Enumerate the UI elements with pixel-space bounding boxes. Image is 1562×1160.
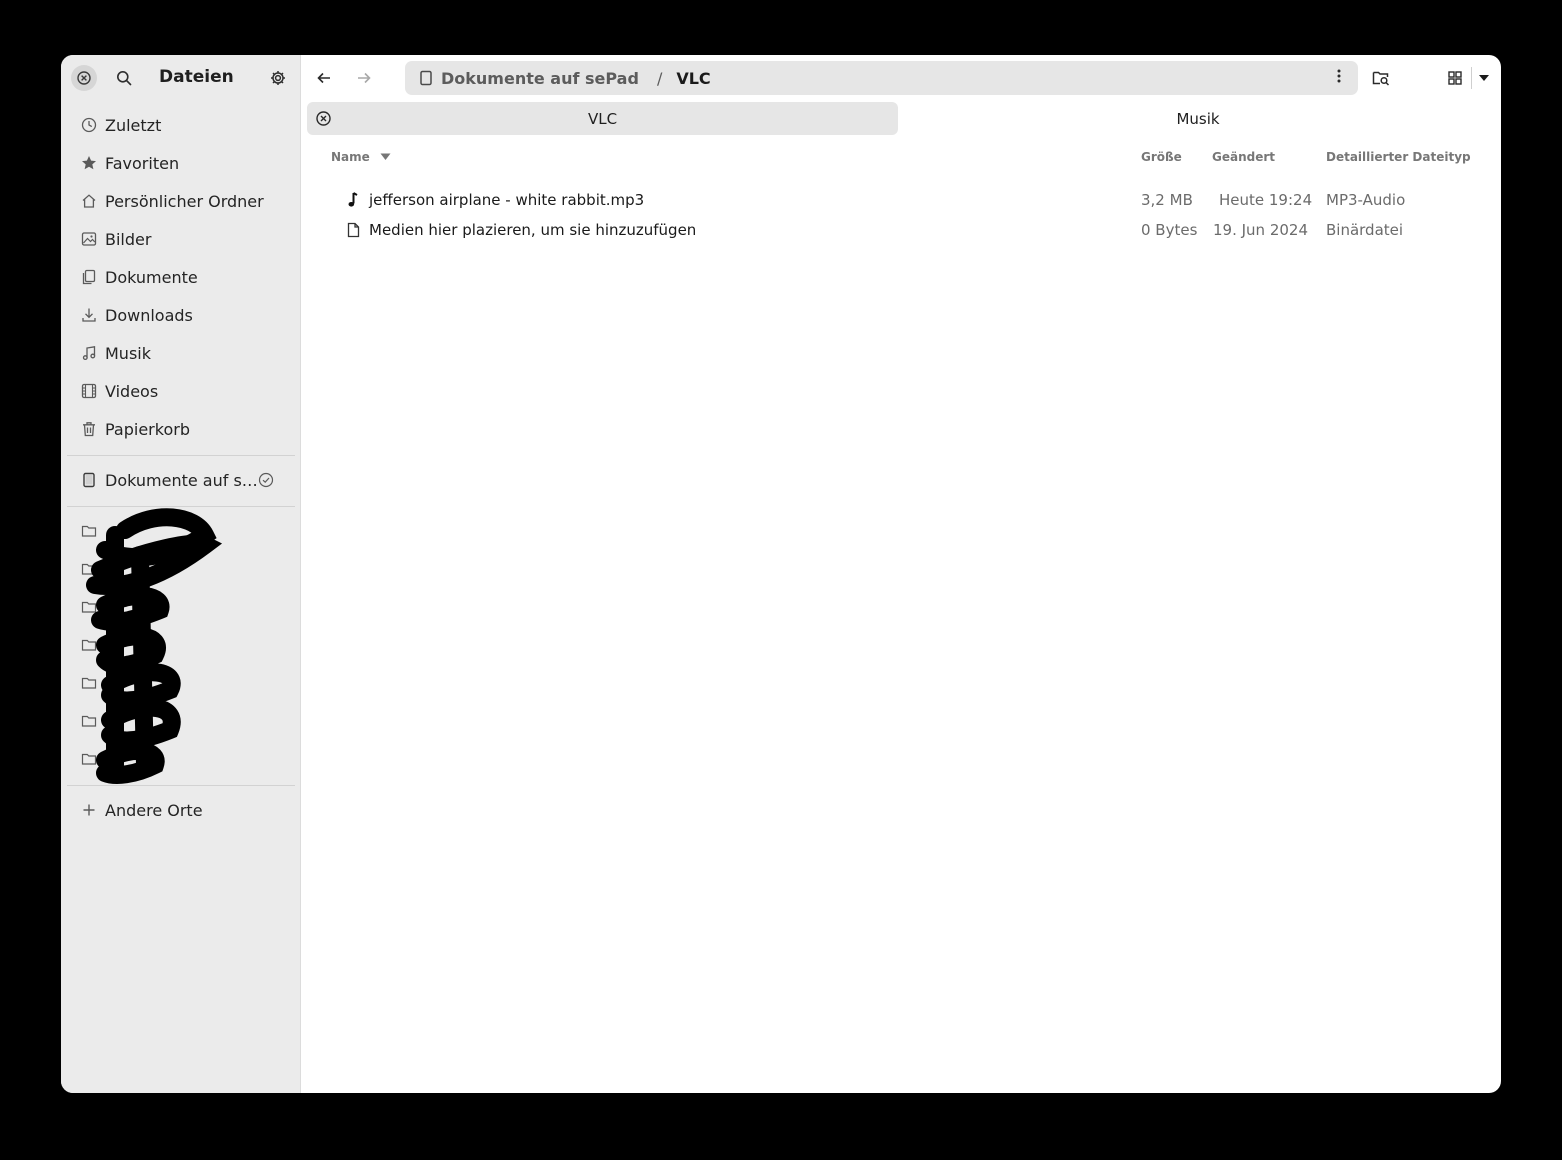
close-icon [316,111,331,126]
music-icon [79,343,99,363]
sidebar-item-music[interactable]: Musik [69,336,293,370]
music-note-icon [345,192,361,208]
column-header-modified[interactable]: Geändert [1212,150,1275,164]
breadcrumb-separator: / [656,68,663,88]
sidebar-separator [67,785,295,786]
film-icon [79,381,99,401]
sidebar-item-label: Papierkorb [105,419,190,439]
breadcrumb-current[interactable]: VLC [676,69,710,88]
star-icon [79,153,99,173]
file-manager-window: Dateien Zuletzt Favoriten Persönlicher O… [61,55,1501,1093]
column-header-label: Name [331,150,370,164]
documents-icon [79,267,99,287]
sidebar-separator [67,455,295,456]
sidebar-item-downloads[interactable]: Downloads [69,298,293,332]
search-button[interactable] [111,65,137,91]
file-icon [345,222,361,238]
sidebar-item-label: Videos [105,381,159,401]
file-type: Binärdatei [1326,221,1404,239]
sidebar-item-label: Andere Orte [105,800,203,820]
sidebar-item-label: Downloads [105,305,193,325]
tab-label: Musik [1176,109,1220,128]
sidebar-item-label: Persönlicher Ordner [105,191,264,211]
tablet-icon [419,70,433,86]
gear-icon [271,71,285,85]
sort-down-icon [380,153,391,160]
sidebar-item-label: Bilder [105,229,152,249]
folder-search-button[interactable] [1367,65,1395,91]
file-modified: Heute 19:24 [1219,191,1313,209]
file-row[interactable]: jefferson airplane - white rabbit.mp3 3,… [331,185,1491,215]
tab-vlc[interactable]: VLC [307,102,898,135]
arrow-right-icon [358,72,371,84]
sidebar-title: Dateien [159,67,234,87]
sidebar-header: Dateien [61,55,300,101]
column-header-name[interactable]: Name [331,150,391,164]
file-size: 3,2 MB [1141,191,1193,209]
back-button[interactable] [310,65,338,91]
sidebar-item-label: Zuletzt [105,115,162,135]
path-menu-button[interactable] [1330,69,1348,87]
eject-button[interactable] [257,471,275,489]
grid-icon [1448,71,1462,85]
file-size: 0 Bytes [1141,221,1198,239]
sidebar-item-other-places[interactable]: Andere Orte [69,793,293,827]
sidebar-item-favorites[interactable]: Favoriten [69,146,293,180]
tablet-icon [79,470,99,490]
close-icon [77,71,91,85]
redaction-scribble [86,508,223,784]
grid-view-button[interactable] [1441,65,1469,91]
sidebar: Dateien Zuletzt Favoriten Persönlicher O… [61,55,301,1093]
sidebar-item-trash[interactable]: Papierkorb [69,412,293,446]
settings-button[interactable] [265,65,291,91]
sidebar-item-home[interactable]: Persönlicher Ordner [69,184,293,218]
folder-search-icon [1372,71,1390,86]
sidebar-item-device[interactable]: Dokumente auf s… [69,463,293,497]
trash-icon [79,419,99,439]
toolbar-divider [1471,67,1472,89]
home-icon [79,191,99,211]
path-bar[interactable]: Dokumente auf sePad / VLC [405,61,1358,95]
download-icon [79,305,99,325]
sidebar-item-videos[interactable]: Videos [69,374,293,408]
file-modified: 19. Jun 2024 [1213,221,1309,239]
file-name: Medien hier plazieren, um sie hinzuzufüg… [369,221,697,239]
column-header-type[interactable]: Detaillierter Dateityp [1326,150,1471,164]
plus-icon [79,800,99,820]
close-window-button[interactable] [71,65,97,91]
sidebar-item-pictures[interactable]: Bilder [69,222,293,256]
main-content: Dokumente auf sePad / VLC VLC Musik Name… [301,55,1501,1093]
sidebar-item-label: Dokumente auf s… [105,470,258,490]
tab-label: VLC [587,109,618,128]
more-vertical-icon [1337,69,1341,83]
sidebar-item-label: Musik [105,343,151,363]
sidebar-item-documents[interactable]: Dokumente [69,260,293,294]
caret-down-icon [1479,75,1489,81]
arrow-left-icon [317,72,330,84]
file-type: MP3-Audio [1326,191,1406,209]
column-header-size[interactable]: Größe [1141,150,1182,164]
close-tab-button[interactable] [315,110,332,127]
clock-icon [79,115,99,135]
view-options-button[interactable] [1473,65,1495,91]
sidebar-item-label: Favoriten [105,153,180,173]
image-icon [79,229,99,249]
file-name: jefferson airplane - white rabbit.mp3 [369,191,645,209]
file-row[interactable]: Medien hier plazieren, um sie hinzuzufüg… [331,215,1491,245]
forward-button[interactable] [350,65,378,91]
search-icon [117,71,132,86]
tab-musik[interactable]: Musik [898,102,1498,135]
breadcrumb-location[interactable]: Dokumente auf sePad [441,69,639,88]
sidebar-item-label: Dokumente [105,267,198,287]
sidebar-item-recent[interactable]: Zuletzt [69,108,293,142]
check-circle-icon [258,472,274,488]
